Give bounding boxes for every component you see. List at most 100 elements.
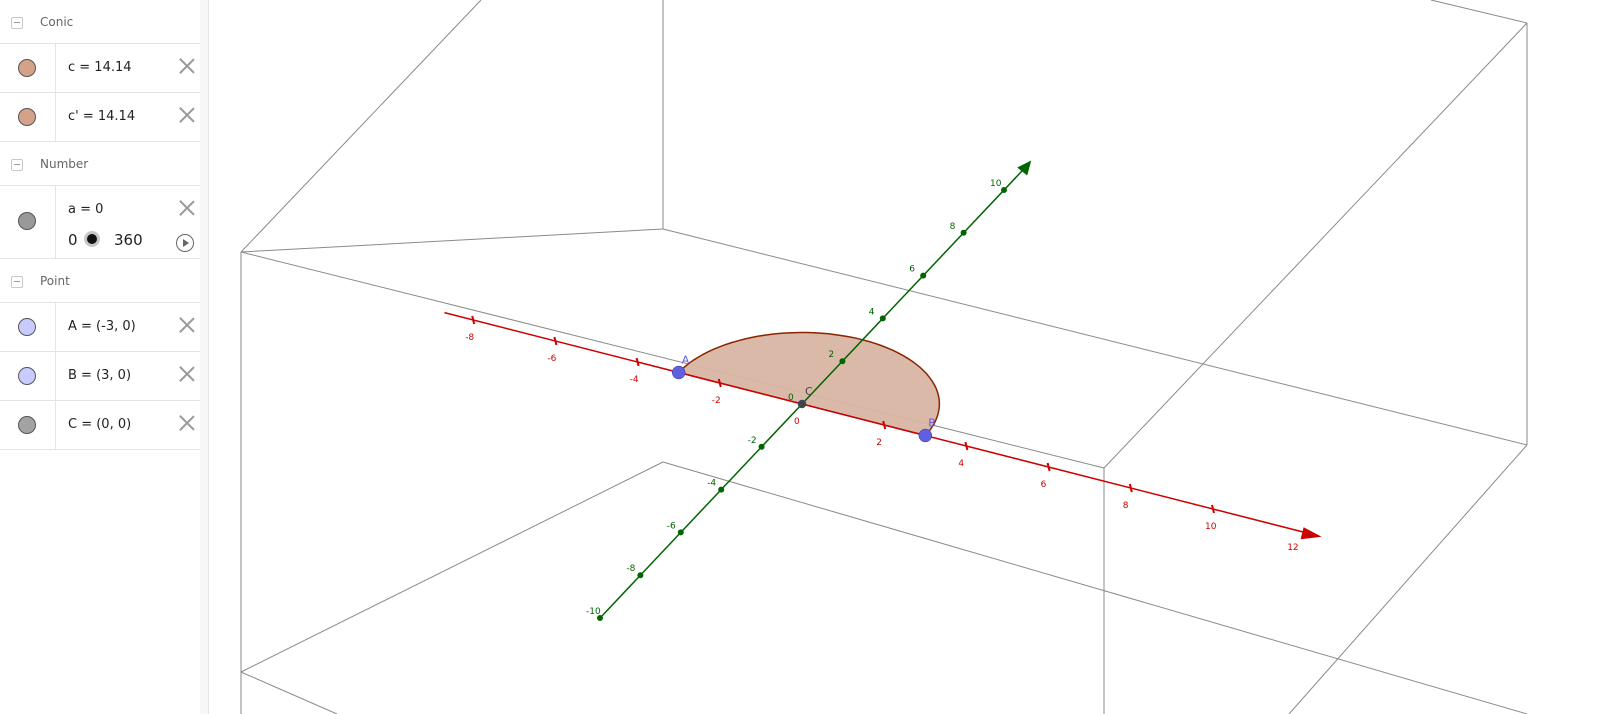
semi-ellipse-layer (677, 331, 941, 437)
box-edge (240, 228, 664, 253)
x-axis-tick-label: -4 (630, 375, 639, 385)
group-header-point[interactable]: Point (0, 259, 200, 303)
point-label-C: C (805, 385, 813, 398)
algebra-row-C[interactable]: C = (0, 0) (0, 401, 200, 450)
y-axis-tick (758, 443, 765, 450)
point-A (671, 365, 686, 380)
y-axis-tick-label: -8 (626, 564, 635, 574)
x-axis-tick-label: 10 (1205, 522, 1217, 532)
object-definition[interactable]: C = (0, 0) (68, 417, 131, 432)
slider-knob[interactable] (84, 231, 100, 247)
delete-icon[interactable] (178, 106, 196, 124)
object-definition[interactable]: B = (3, 0) (68, 368, 131, 383)
x-axis-tick (1046, 462, 1051, 472)
delete-icon[interactable] (178, 57, 196, 75)
algebra-row-c-prime[interactable]: c' = 14.14 (0, 93, 200, 142)
x-axis-tick (1128, 483, 1133, 493)
algebra-row-c[interactable]: c = 14.14 (0, 44, 200, 93)
x-axis-tick (471, 315, 476, 325)
point-C (797, 399, 807, 409)
collapse-icon[interactable] (11, 276, 23, 288)
delete-icon[interactable] (178, 199, 196, 217)
marble-cell (0, 93, 56, 141)
conic-semi-ellipse (677, 331, 941, 437)
graphics-3d-canvas[interactable]: -8 -6 -4 -2 0 2 4 6 8 10 12 -10 -8 -6 -4 -2 0 2 4 6 8 10 A B C (209, 0, 1600, 714)
object-definition[interactable]: a = 0 (68, 202, 103, 217)
x-axis-tick (964, 441, 969, 451)
x-axis-tick-label: 0 (794, 417, 800, 427)
algebra-view: Conic c = 14.14 c' = 14.14 Number a = 0 … (0, 0, 201, 714)
x-axis-tick-label: 2 (876, 438, 882, 448)
group-header-number[interactable]: Number (0, 142, 200, 186)
marble-cell (0, 401, 56, 449)
visibility-marble-icon[interactable] (18, 367, 36, 385)
graphics-3d-view[interactable]: -8 -6 -4 -2 0 2 4 6 8 10 12 -10 -8 -6 -4 -2 0 2 4 6 8 10 A B C (209, 0, 1600, 714)
y-axis-tick-label: -4 (707, 479, 716, 489)
box-edge (662, 461, 1528, 714)
point-B (918, 428, 933, 443)
collapse-icon[interactable] (11, 159, 23, 171)
object-definition[interactable]: A = (-3, 0) (68, 319, 136, 334)
slider-max-label: 360 (114, 231, 143, 249)
box-edge (1103, 22, 1528, 469)
slider-min-label: 0 (68, 231, 78, 249)
object-definition[interactable]: c = 14.14 (68, 60, 132, 75)
object-definition[interactable]: c' = 14.14 (68, 109, 135, 124)
x-axis-tick-label: -6 (547, 354, 556, 364)
x-axis-tick-label: -8 (465, 333, 474, 343)
x-axis-tick-label: 4 (958, 459, 964, 469)
marble-cell (0, 352, 56, 400)
y-axis-tick (1001, 187, 1007, 193)
x-axis-tick (635, 357, 640, 367)
y-axis-tick (637, 572, 644, 579)
view-splitter[interactable] (200, 0, 209, 714)
visibility-marble-icon[interactable] (18, 416, 36, 434)
marble-cell (0, 44, 56, 92)
visibility-marble-icon[interactable] (18, 318, 36, 336)
x-axis-tick-label: 6 (1041, 480, 1047, 490)
group-label: Number (40, 157, 89, 171)
algebra-row-A[interactable]: A = (-3, 0) (0, 303, 200, 352)
point-label-A: A (682, 354, 690, 367)
x-axis-tick-label: -2 (712, 396, 721, 406)
box-edge (1288, 444, 1528, 714)
y-axis-tick-label: 2 (828, 350, 834, 360)
play-icon[interactable] (176, 234, 194, 252)
x-axis-tick (1211, 504, 1215, 514)
delete-icon[interactable] (178, 316, 196, 334)
y-axis-tick-label: -10 (586, 607, 601, 617)
algebra-row-B[interactable]: B = (3, 0) (0, 352, 200, 401)
box-edge (240, 461, 664, 673)
box-edge (240, 0, 482, 253)
y-axis-tick-label: 8 (950, 222, 956, 232)
point-label-B: B (928, 417, 936, 430)
box-edge (240, 251, 1105, 469)
marble-cell (0, 303, 56, 351)
delete-icon[interactable] (178, 414, 196, 432)
collapse-icon[interactable] (11, 17, 23, 29)
algebra-row-a[interactable]: a = 0 0 360 (0, 186, 200, 259)
group-header-conic[interactable]: Conic (0, 0, 200, 44)
x-axis-arrow (1300, 527, 1322, 540)
visibility-marble-icon[interactable] (18, 108, 36, 126)
y-axis-tick (960, 229, 967, 236)
x-axis-tick-label: 12 (1287, 543, 1298, 553)
y-axis-tick (677, 529, 684, 536)
y-axis-tick (920, 272, 927, 279)
marble-cell (0, 186, 56, 258)
group-label: Conic (40, 15, 74, 29)
y-axis-tick (879, 315, 886, 322)
visibility-marble-icon[interactable] (18, 212, 36, 230)
y-axis-tick-label: 10 (990, 179, 1002, 189)
y-axis-tick-label: 6 (909, 265, 915, 275)
visibility-marble-icon[interactable] (18, 59, 36, 77)
y-axis-tick (839, 358, 846, 365)
x-axis-tick-label: 8 (1123, 501, 1129, 511)
y-axis-tick-label: -2 (748, 436, 757, 446)
group-label: Point (40, 274, 70, 288)
x-axis-tick (553, 336, 558, 346)
y-axis-tick-label: 0 (788, 393, 794, 403)
delete-icon[interactable] (178, 365, 196, 383)
y-axis-tick-label: -6 (667, 521, 676, 531)
y-axis-tick (718, 486, 725, 493)
